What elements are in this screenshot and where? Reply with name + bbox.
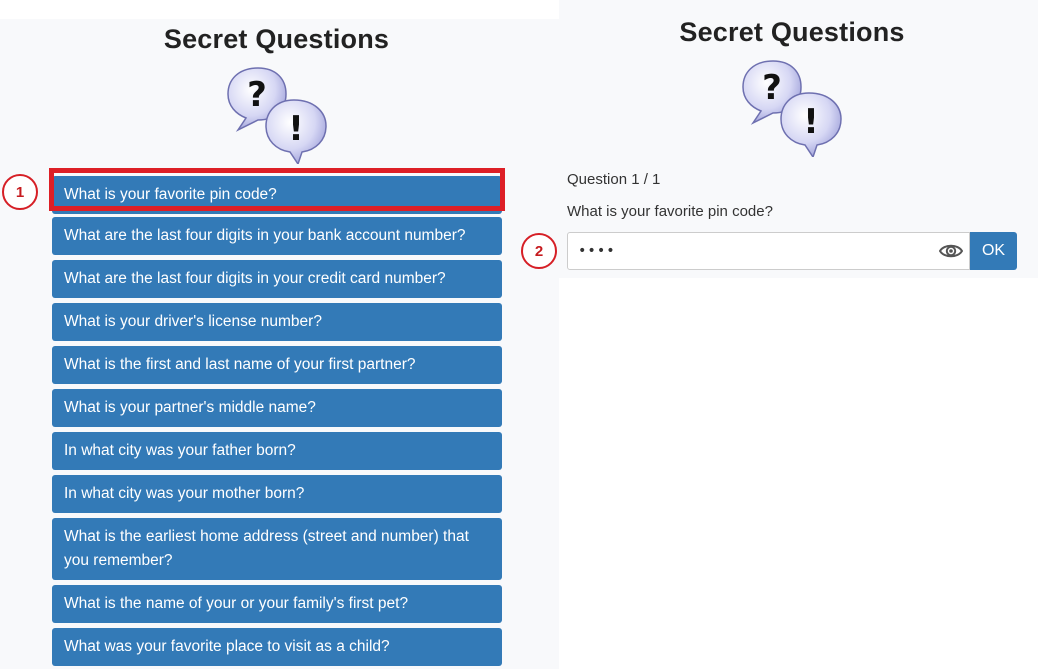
answer-field-container [567,232,970,270]
svg-text:!: ! [288,109,304,149]
left-panel-title: Secret Questions [163,24,390,54]
current-question-text: What is your favorite pin code? [567,203,773,220]
right-panel-title: Secret Questions [679,17,905,47]
question-button-credit-card[interactable]: What are the last four digits in your cr… [52,260,502,298]
question-counter: Question 1 / 1 [567,171,661,188]
question-button-first-partner[interactable]: What is the first and last name of your … [52,346,502,384]
annotation-marker-2: 2 [521,233,557,269]
question-button-favorite-pin[interactable]: What is your favorite pin code? [52,176,502,214]
answer-input[interactable] [578,233,928,269]
svg-text:?: ? [762,68,782,108]
svg-text:!: ! [803,102,819,142]
svg-text:?: ? [247,75,267,115]
question-button-drivers-license[interactable]: What is your driver's license number? [52,303,502,341]
question-bubbles-icon: ? ! [739,57,845,162]
question-button-favorite-place[interactable]: What was your favorite place to visit as… [52,628,502,666]
question-button-mother-city[interactable]: In what city was your mother born? [52,475,502,513]
question-bubbles-icon: ? ! [224,64,330,169]
question-button-partner-middle-name[interactable]: What is your partner's middle name? [52,389,502,427]
question-button-bank-account[interactable]: What are the last four digits in your ba… [52,217,502,255]
annotation-marker-1: 1 [2,174,38,210]
question-button-earliest-address[interactable]: What is the earliest home address (stree… [52,518,502,580]
question-button-father-city[interactable]: In what city was your father born? [52,432,502,470]
question-button-first-pet[interactable]: What is the name of your or your family'… [52,585,502,623]
ok-button[interactable]: OK [970,232,1017,270]
eye-icon[interactable] [938,241,964,261]
